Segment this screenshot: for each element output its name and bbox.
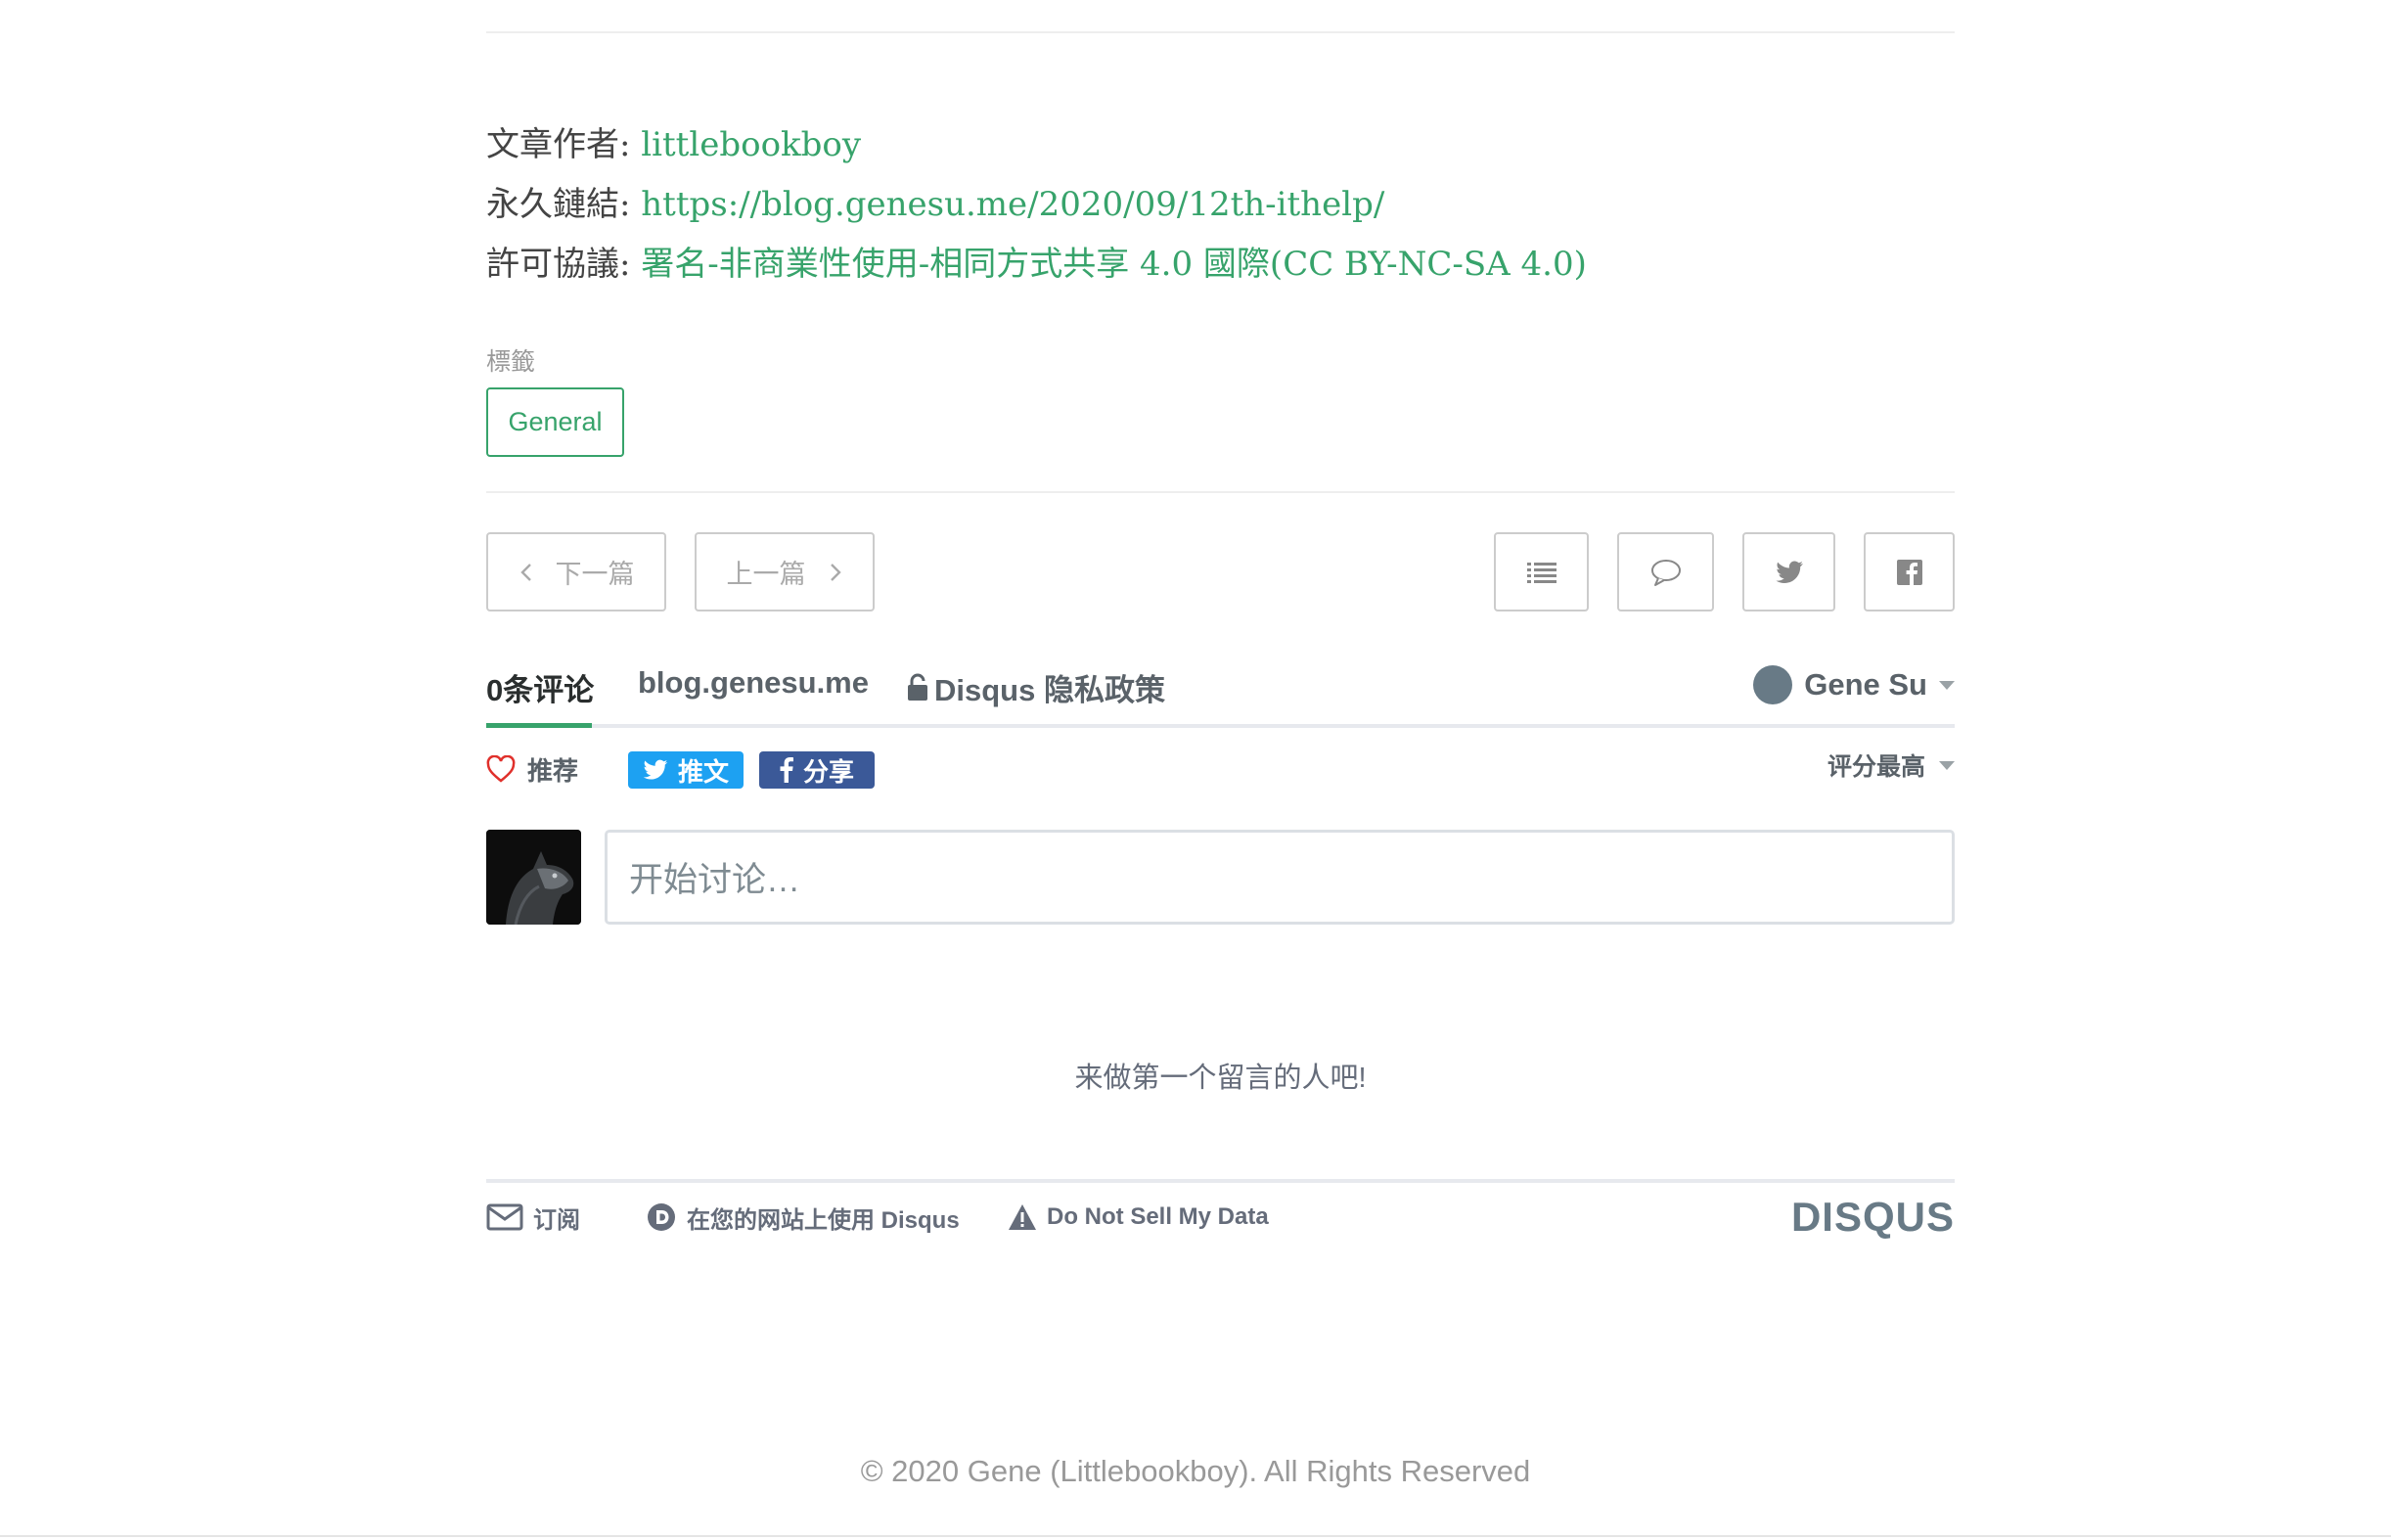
- empty-comments-message: 来做第一个留言的人吧!: [1074, 1063, 1367, 1094]
- facebook-f-icon: [780, 757, 793, 783]
- chevron-left-icon: [519, 563, 531, 581]
- next-post-label: 下一篇: [555, 560, 635, 589]
- tab-comments-label: 0条评论: [486, 673, 595, 707]
- tab-community-label: blog.genesu.me: [638, 665, 869, 700]
- tabs-divider: [486, 724, 1955, 728]
- disqus-footer-divider: [486, 1179, 1955, 1183]
- chevron-right-icon: [830, 563, 841, 581]
- tags-divider: [486, 491, 1955, 493]
- add-disqus-label: 在您的网站上使用 Disqus: [687, 1206, 960, 1234]
- user-avatar-icon: [1753, 665, 1793, 704]
- license-row: 許可協議: 署名-非商業性使用-相同方式共享 4.0 國際(CC BY-NC-S…: [486, 235, 1587, 294]
- comment-input[interactable]: 开始讨论…: [605, 830, 1955, 925]
- tab-privacy-label: Disqus 隐私政策: [934, 673, 1165, 707]
- user-menu[interactable]: Gene Su: [1753, 665, 1955, 704]
- list-icon: [1526, 562, 1556, 583]
- tag-general[interactable]: General: [486, 387, 624, 457]
- recommend-label: 推荐: [527, 755, 579, 786]
- disqus-brand[interactable]: DISQUS: [1791, 1194, 1955, 1241]
- lock-icon: [908, 673, 927, 701]
- twitter-icon: [1775, 561, 1803, 583]
- prev-post-button[interactable]: 上一篇: [695, 532, 875, 611]
- comment-actions: 推荐: [486, 747, 578, 791]
- bottom-divider: [0, 1535, 2391, 1537]
- facebook-share-button[interactable]: [1864, 532, 1955, 611]
- author-row: 文章作者: littlebookboy: [486, 115, 1587, 175]
- twitter-icon: [643, 759, 668, 780]
- subscribe-label: 订阅: [533, 1206, 580, 1234]
- subscribe-link[interactable]: 订阅: [486, 1196, 580, 1239]
- comment-icon: [1650, 559, 1681, 586]
- recommend-button[interactable]: 推荐: [486, 751, 578, 788]
- facebook-icon: [1896, 559, 1922, 585]
- comments-button[interactable]: [1617, 532, 1714, 611]
- do-not-sell-label: Do Not Sell My Data: [1047, 1203, 1269, 1230]
- comment-input-placeholder: 开始讨论…: [629, 861, 801, 899]
- sort-dropdown[interactable]: 评分最高: [1827, 747, 1955, 783]
- twitter-share-button[interactable]: [1742, 532, 1835, 611]
- page: 文章作者: littlebookboy 永久鏈結: https://blog.g…: [0, 0, 2391, 1540]
- toc-button[interactable]: [1494, 532, 1589, 611]
- permalink-label: 永久鏈結:: [486, 185, 642, 224]
- top-divider: [486, 31, 1955, 33]
- permalink-row: 永久鏈結: https://blog.genesu.me/2020/09/12t…: [486, 175, 1587, 235]
- cat-avatar-icon: [486, 830, 581, 925]
- tags-label: 標籤: [486, 348, 536, 376]
- author-label: 文章作者:: [486, 125, 642, 164]
- tweet-label: 推文: [677, 756, 729, 787]
- caret-down-icon: [1939, 680, 1955, 690]
- share-label: 分享: [802, 756, 854, 787]
- tab-privacy[interactable]: Disqus 隐私政策: [907, 665, 1165, 709]
- envelope-icon: [486, 1203, 523, 1231]
- prev-post-label: 上一篇: [726, 560, 806, 589]
- sort-label: 评分最高: [1827, 753, 1925, 781]
- post-meta: 文章作者: littlebookboy 永久鏈結: https://blog.g…: [486, 115, 1587, 294]
- next-post-button[interactable]: 下一篇: [486, 532, 666, 611]
- license-label: 許可協議:: [486, 245, 642, 284]
- share-button[interactable]: 分享: [759, 751, 875, 789]
- caret-down-icon: [1939, 760, 1955, 770]
- tab-comments[interactable]: 0条评论: [486, 665, 594, 709]
- add-disqus-link[interactable]: 在您的网站上使用 Disqus: [646, 1196, 960, 1239]
- active-tab-indicator: [486, 723, 592, 728]
- permalink-link[interactable]: https://blog.genesu.me/2020/09/12th-ithe…: [641, 185, 1384, 224]
- license-link[interactable]: 署名-非商業性使用-相同方式共享 4.0 國際(CC BY-NC-SA 4.0): [641, 245, 1587, 284]
- disqus-tabs: 0条评论 blog.genesu.me Disqus 隐私政策: [486, 657, 1955, 728]
- avatar: [486, 830, 581, 925]
- copyright: © 2020 Gene (Littlebookboy). All Rights …: [860, 1454, 1531, 1488]
- user-name: Gene Su: [1804, 667, 1927, 702]
- tab-community[interactable]: blog.genesu.me: [638, 665, 869, 701]
- disqus-logo-icon: [648, 1203, 675, 1231]
- do-not-sell-link[interactable]: Do Not Sell My Data: [1008, 1196, 1269, 1239]
- heart-icon: [486, 755, 516, 783]
- tweet-button[interactable]: 推文: [628, 751, 744, 789]
- author-link[interactable]: littlebookboy: [641, 125, 861, 164]
- warning-icon: [1009, 1204, 1036, 1230]
